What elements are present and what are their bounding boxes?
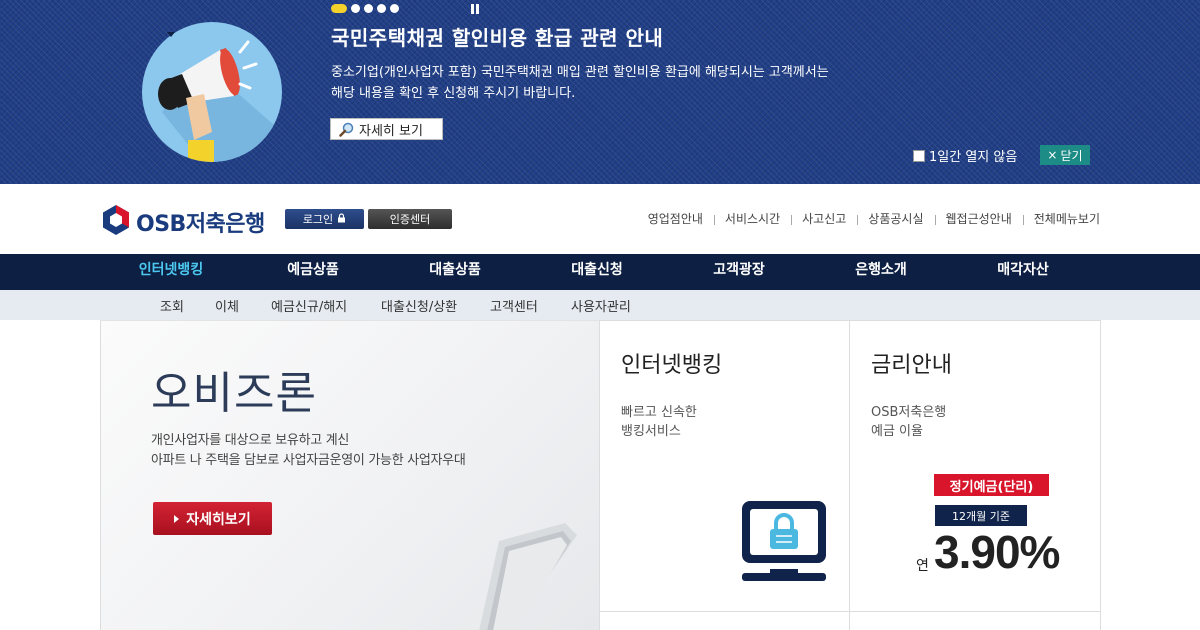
- popup-description: 중소기업(개인사업자 포함) 국민주택채권 매입 관련 할인비용 환급에 해당되…: [331, 62, 829, 104]
- popup-title: 국민주택채권 할인비용 환급 관련 안내: [331, 26, 664, 50]
- secure-monitor-icon: [740, 499, 828, 587]
- slide-dot-4[interactable]: [377, 4, 386, 13]
- hero-desc-line-2: 아파트 나 주택을 담보로 사업자금운영이 가능한 사업자우대: [151, 453, 466, 468]
- active-nav-arrow-icon: [167, 32, 175, 37]
- main-content: 오비즈론 개인사업자를 대상으로 보유하고 계신 아파트 나 주택을 담보로 사…: [0, 320, 1200, 630]
- util-link-full-menu[interactable]: 전체메뉴보기: [1022, 210, 1100, 227]
- interest-rate-card[interactable]: 금리안내 OSB저축은행 예금 이율 정기예금(단리) 12개월 기준 연 3.…: [849, 320, 1101, 612]
- magnifier-icon: [339, 122, 354, 137]
- internet-banking-card[interactable]: 인터넷뱅킹 빠르고 신속한 뱅킹서비스: [599, 320, 849, 612]
- popup-close-button[interactable]: × 닫기: [1040, 145, 1090, 165]
- slide-dot-5[interactable]: [390, 4, 399, 13]
- bank-logo[interactable]: OSB저축은행: [100, 204, 265, 240]
- nav-bank-intro[interactable]: 은행소개: [831, 254, 931, 290]
- util-link-branch[interactable]: 영업점안내: [637, 210, 714, 227]
- slide-dot-3[interactable]: [364, 4, 373, 13]
- pause-icon[interactable]: [471, 4, 479, 14]
- util-link-service-hours[interactable]: 서비스시간: [713, 210, 791, 227]
- nav-loan-application[interactable]: 대출신청: [547, 254, 647, 290]
- lock-icon: [337, 212, 346, 226]
- utility-links: 영업점안내 서비스시간 사고신고 상품공시실 웹접근성안내 전체메뉴보기: [637, 210, 1100, 227]
- no-open-label: 1일간 열지 않음: [929, 150, 1018, 165]
- rate-value: 3.90%: [934, 526, 1060, 578]
- cert-center-button[interactable]: 인증센터: [368, 209, 452, 229]
- login-button[interactable]: 로그인: [285, 209, 364, 229]
- subnav-user-management[interactable]: 사용자관리: [571, 296, 631, 315]
- card-placeholder-2: [849, 611, 1101, 630]
- product-badge: 정기예금(단리): [934, 474, 1049, 496]
- subnav-loan-apply-repay[interactable]: 대출신청/상환: [381, 296, 457, 315]
- nav-deposit-products[interactable]: 예금상품: [263, 254, 363, 290]
- rate-desc-line-1: OSB저축은행: [871, 405, 947, 420]
- login-label: 로그인: [302, 213, 334, 226]
- no-open-checkbox-row[interactable]: 1일간 열지 않음: [913, 146, 1017, 165]
- hero-banner: 오비즈론 개인사업자를 대상으로 보유하고 계신 아파트 나 주택을 담보로 사…: [100, 320, 600, 630]
- slide-dot-1[interactable]: [331, 4, 347, 13]
- term-badge: 12개월 기준: [935, 505, 1027, 526]
- popup-close-label: 닫기: [1060, 148, 1083, 163]
- cert-center-label: 인증센터: [389, 213, 431, 226]
- rate-description: OSB저축은행 예금 이율: [871, 403, 946, 441]
- logo-mark-icon: [100, 204, 132, 240]
- subnav-deposit-open-close[interactable]: 예금신규/해지: [271, 296, 347, 315]
- util-link-product-disclosure[interactable]: 상품공시실: [857, 210, 934, 227]
- logo-text: OSB저축은행: [136, 212, 265, 237]
- internet-banking-desc-line-2: 뱅킹서비스: [621, 424, 681, 439]
- card-placeholder-1: [599, 611, 849, 630]
- main-navigation: 인터넷뱅킹 예금상품 대출상품 대출신청 고객광장 은행소개 매각자산: [0, 254, 1200, 290]
- hero-detail-label: 자세히보기: [186, 511, 251, 528]
- subnav-transfer[interactable]: 이체: [215, 296, 239, 315]
- internet-banking-description: 빠르고 신속한 뱅킹서비스: [621, 403, 697, 441]
- slide-indicator: [331, 4, 399, 13]
- popup-desc-line-1: 중소기업(개인사업자 포함) 국민주택채권 매입 관련 할인비용 환급에 해당되…: [331, 65, 829, 80]
- nav-internet-banking[interactable]: 인터넷뱅킹: [121, 254, 221, 290]
- hero-detail-button[interactable]: 자세히보기: [153, 502, 272, 535]
- internet-banking-title: 인터넷뱅킹: [621, 353, 723, 378]
- nav-loan-products[interactable]: 대출상품: [405, 254, 505, 290]
- smartphone-image: [469, 521, 579, 630]
- hero-desc-line-1: 개인사업자를 대상으로 보유하고 계신: [151, 433, 350, 448]
- util-link-accessibility[interactable]: 웹접근성안내: [934, 210, 1023, 227]
- play-arrow-icon: [174, 514, 180, 523]
- no-open-checkbox[interactable]: [913, 149, 925, 162]
- nav-customer-plaza[interactable]: 고객광장: [689, 254, 789, 290]
- sub-navigation: 조회 이체 예금신규/해지 대출신청/상환 고객센터 사용자관리: [0, 290, 1200, 320]
- nav-assets-for-sale[interactable]: 매각자산: [973, 254, 1073, 290]
- popup-detail-label: 자세히 보기: [359, 123, 423, 139]
- rate-prefix: 연: [916, 558, 929, 574]
- subnav-inquiry[interactable]: 조회: [160, 296, 184, 315]
- internet-banking-desc-line-1: 빠르고 신속한: [621, 405, 697, 420]
- hero-title: 오비즈론: [151, 368, 317, 419]
- close-icon: ×: [1047, 148, 1058, 162]
- popup-desc-line-2: 해당 내용을 확인 후 신청해 주시기 바랍니다.: [331, 86, 576, 101]
- notice-popup: 국민주택채권 할인비용 환급 관련 안내 중소기업(개인사업자 포함) 국민주택…: [0, 0, 1200, 184]
- rate-desc-line-2: 예금 이율: [871, 424, 923, 439]
- util-link-incident-report[interactable]: 사고신고: [791, 210, 857, 227]
- slide-dot-2[interactable]: [351, 4, 360, 13]
- rate-title: 금리안내: [871, 353, 952, 378]
- subnav-customer-center[interactable]: 고객센터: [490, 296, 538, 315]
- megaphone-icon: [142, 22, 282, 162]
- popup-detail-button[interactable]: 자세히 보기: [330, 118, 443, 140]
- hero-description: 개인사업자를 대상으로 보유하고 계신 아파트 나 주택을 담보로 사업자금운영…: [151, 431, 466, 471]
- site-header: OSB저축은행 로그인 인증센터 영업점안내 서비스시간 사고신고 상품공시실 …: [0, 184, 1200, 254]
